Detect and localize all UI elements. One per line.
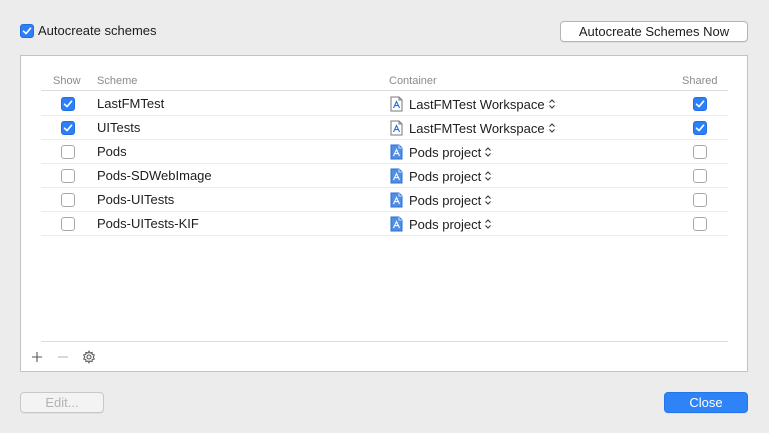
close-button[interactable]: Close <box>664 392 748 413</box>
chevron-updown-icon <box>485 219 492 229</box>
container-label: LastFMTest Workspace <box>409 120 545 136</box>
minus-icon[interactable] <box>56 350 70 364</box>
container-popup[interactable]: Pods project <box>390 191 492 209</box>
column-header-show: Show <box>53 75 81 87</box>
table-row[interactable]: UITests LastFMTest Workspace <box>41 116 728 140</box>
scheme-name: Pods-UITests-KIF <box>97 216 199 231</box>
project-icon <box>390 192 409 208</box>
show-checkbox[interactable] <box>61 145 75 159</box>
table-row[interactable]: Pods-UITests Pods project <box>41 188 728 212</box>
scheme-name: Pods <box>97 144 127 159</box>
chevron-updown-icon <box>485 147 492 157</box>
schemes-table-panel: Show Scheme Container Shared LastFMTest L… <box>20 55 748 372</box>
chevron-updown-icon <box>548 99 555 109</box>
container-label: Pods project <box>409 192 482 208</box>
project-icon <box>390 216 409 232</box>
scheme-name: Pods-SDWebImage <box>97 168 212 183</box>
container-popup[interactable]: LastFMTest Workspace <box>390 119 556 137</box>
scheme-name: LastFMTest <box>97 96 165 111</box>
plus-icon[interactable] <box>30 350 44 364</box>
scheme-name: UITests <box>97 120 141 135</box>
container-popup[interactable]: Pods project <box>390 143 492 161</box>
table-row[interactable]: Pods-UITests-KIF Pods project <box>41 212 728 236</box>
toolbar-divider <box>41 341 728 342</box>
edit-button[interactable]: Edit... <box>20 392 104 413</box>
column-header-container: Container <box>389 75 437 87</box>
show-checkbox[interactable] <box>61 217 75 231</box>
project-icon <box>390 144 409 160</box>
workspace-icon <box>390 120 409 136</box>
shared-checkbox[interactable] <box>693 145 707 159</box>
container-popup[interactable]: Pods project <box>390 215 492 233</box>
container-popup[interactable]: LastFMTest Workspace <box>390 95 556 113</box>
autocreate-schemes-label: Autocreate schemes <box>38 23 157 38</box>
container-label: Pods project <box>409 168 482 184</box>
shared-checkbox[interactable] <box>693 121 707 135</box>
chevron-updown-icon <box>548 123 555 133</box>
column-header-shared: Shared <box>682 75 718 87</box>
shared-checkbox[interactable] <box>693 193 707 207</box>
chevron-updown-icon <box>485 171 492 181</box>
shared-checkbox[interactable] <box>693 97 707 111</box>
autocreate-checkbox-box[interactable] <box>20 24 34 38</box>
show-checkbox[interactable] <box>61 193 75 207</box>
container-popup[interactable]: Pods project <box>390 167 492 185</box>
shared-checkbox[interactable] <box>693 217 707 231</box>
container-label: Pods project <box>409 144 482 160</box>
shared-checkbox[interactable] <box>693 169 707 183</box>
table-row[interactable]: Pods Pods project <box>41 140 728 164</box>
table-row[interactable]: Pods-SDWebImage Pods project <box>41 164 728 188</box>
header-divider <box>41 90 728 91</box>
container-label: LastFMTest Workspace <box>409 96 545 112</box>
column-header-scheme: Scheme <box>97 75 138 87</box>
show-checkbox[interactable] <box>61 121 75 135</box>
table-row[interactable]: LastFMTest LastFMTest Workspace <box>41 92 728 116</box>
show-checkbox[interactable] <box>61 169 75 183</box>
workspace-icon <box>390 96 409 112</box>
scheme-name: Pods-UITests <box>97 192 175 207</box>
autocreate-schemes-now-button[interactable]: Autocreate Schemes Now <box>560 21 748 42</box>
project-icon <box>390 168 409 184</box>
container-label: Pods project <box>409 216 482 232</box>
chevron-updown-icon <box>485 195 492 205</box>
show-checkbox[interactable] <box>61 97 75 111</box>
gear-icon[interactable] <box>82 350 96 364</box>
